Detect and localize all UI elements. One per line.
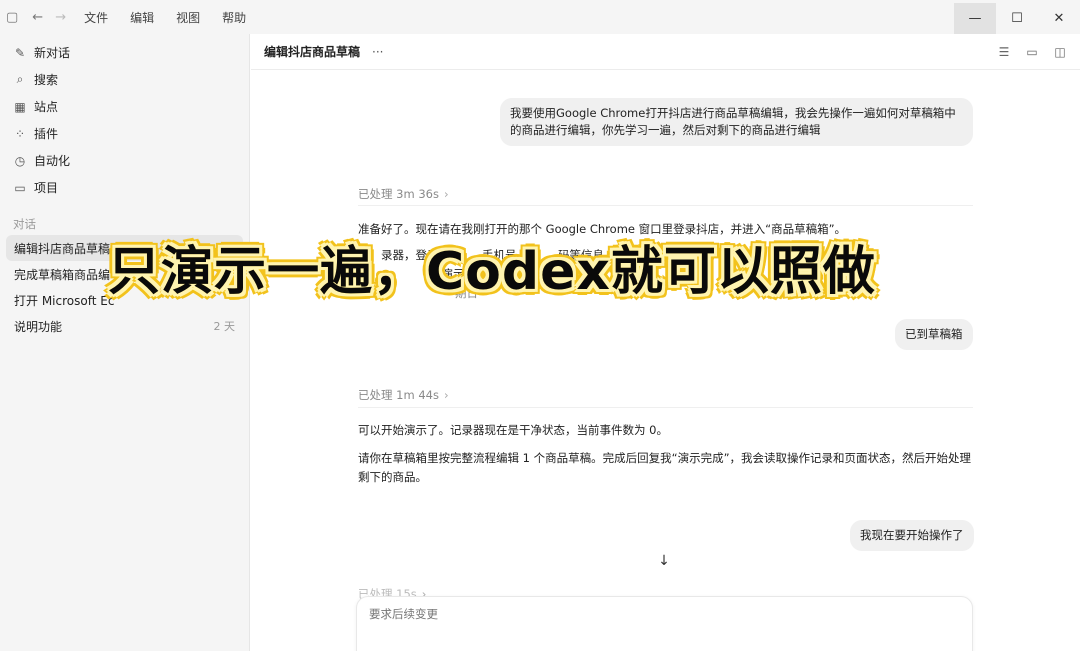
processed-status[interactable]: 已处理 3m 36s › xyxy=(358,186,449,202)
sidebar: ✎ 新对话 ⌕ 搜索 ▦ 站点 ⁘ 插件 ◷ 自动化 ▭ 项目 对话 编辑抖店商… xyxy=(0,34,250,651)
sidebar-item-sites[interactable]: ▦ 站点 xyxy=(0,93,249,120)
processed-status[interactable]: 已处理 1m 44s › xyxy=(358,387,449,403)
sidebar-item-label: 搜索 xyxy=(34,73,59,87)
divider xyxy=(358,205,973,206)
sidebar-item-label: 站点 xyxy=(34,100,59,114)
sidebar-item-label: 插件 xyxy=(34,127,59,141)
close-icon[interactable]: ✕ xyxy=(1038,3,1080,34)
user-message: 已到草稿箱 xyxy=(895,319,973,350)
video-caption-overlay: 只演示一遍，Codex就可以照做 xyxy=(108,242,876,302)
sidebar-toggle-icon[interactable]: ▢ xyxy=(6,0,18,34)
forward-arrow-icon[interactable]: → xyxy=(55,0,66,34)
title-bar: ▢ ← → 文件 编辑 视图 帮助 — ☐ ✕ xyxy=(0,0,1080,34)
composer xyxy=(356,596,973,651)
arrow-down-icon: ↓ xyxy=(658,553,670,569)
assistant-text: 请你在草稿箱里按完整流程编辑 1 个商品草稿。完成后回复我“演示完成”，我会读取… xyxy=(358,451,972,484)
sidebar-item-label: 自动化 xyxy=(34,154,71,168)
back-arrow-icon[interactable]: ← xyxy=(32,0,43,34)
maximize-icon[interactable]: ☐ xyxy=(996,3,1038,34)
sidebar-item-label: 新对话 xyxy=(34,46,71,60)
conversation-item[interactable]: 说明功能 2 天 xyxy=(6,313,243,339)
assistant-text: 可以开始演示了。记录器现在是干净状态，当前事件数为 0。 xyxy=(358,423,668,437)
terminal-icon[interactable]: ▭ xyxy=(1018,45,1046,59)
page-title: 编辑抖店商品草稿 xyxy=(264,45,361,59)
menu-view[interactable]: 视图 xyxy=(176,9,200,26)
conversations-section-label: 对话 xyxy=(13,217,36,231)
sidebar-item-label: 项目 xyxy=(34,181,59,195)
conversation-title: 完成草稿箱商品编 xyxy=(14,267,111,282)
main-header: 编辑抖店商品草稿 ··· ☰ ▭ ◫ xyxy=(251,34,1080,70)
sidebar-item-new-chat[interactable]: ✎ 新对话 xyxy=(0,39,249,66)
conversation-title: 说明功能 xyxy=(14,319,63,334)
sidebar-item-automation[interactable]: ◷ 自动化 xyxy=(0,147,249,174)
sidebar-item-plugins[interactable]: ⁘ 插件 xyxy=(0,120,249,147)
header-actions: ☰ ▭ ◫ xyxy=(990,34,1074,70)
chat-area: 我要使用Google Chrome打开抖店进行商品草稿编辑，我会先操作一遍如何对… xyxy=(251,70,1080,651)
plugins-icon: ⁘ xyxy=(14,126,26,141)
user-message: 我现在要开始操作了 xyxy=(850,520,974,551)
minimize-icon[interactable]: — xyxy=(954,3,996,34)
chevron-right-icon: › xyxy=(443,187,449,201)
menu-help[interactable]: 帮助 xyxy=(222,9,246,26)
processed-label: 已处理 1m 44s xyxy=(358,388,439,402)
conversation-age: 2 天 xyxy=(213,320,236,333)
user-message: 我要使用Google Chrome打开抖店进行商品草稿编辑，我会先操作一遍如何对… xyxy=(500,98,973,146)
processed-label: 已处理 3m 36s xyxy=(358,187,439,201)
edit-icon: ✎ xyxy=(14,45,26,60)
search-icon: ⌕ xyxy=(16,72,24,86)
sidebar-item-projects[interactable]: ▭ 项目 xyxy=(0,174,249,201)
sidebar-item-search[interactable]: ⌕ 搜索 xyxy=(0,66,249,93)
assistant-message: 可以开始演示了。记录器现在是干净状态，当前事件数为 0。 请你在草稿箱里按完整流… xyxy=(358,421,973,487)
conversation-title: 编辑抖店商品草稿 xyxy=(14,241,111,256)
chevron-right-icon: › xyxy=(443,388,449,402)
list-icon[interactable]: ☰ xyxy=(990,45,1018,59)
folder-icon: ▭ xyxy=(14,180,26,195)
conversation-title: 打开 Microsoft Ec xyxy=(14,293,115,308)
clock-icon: ◷ xyxy=(14,153,26,168)
menu-edit[interactable]: 编辑 xyxy=(130,9,154,26)
panel-icon[interactable]: ◫ xyxy=(1046,45,1074,59)
more-icon[interactable]: ··· xyxy=(372,45,383,59)
sites-icon: ▦ xyxy=(14,99,26,114)
menu-file[interactable]: 文件 xyxy=(84,9,108,26)
composer-input[interactable] xyxy=(369,607,769,621)
window-controls: — ☐ ✕ xyxy=(954,3,1080,34)
scroll-down-button[interactable]: ↓ xyxy=(651,548,677,574)
divider xyxy=(358,407,973,408)
